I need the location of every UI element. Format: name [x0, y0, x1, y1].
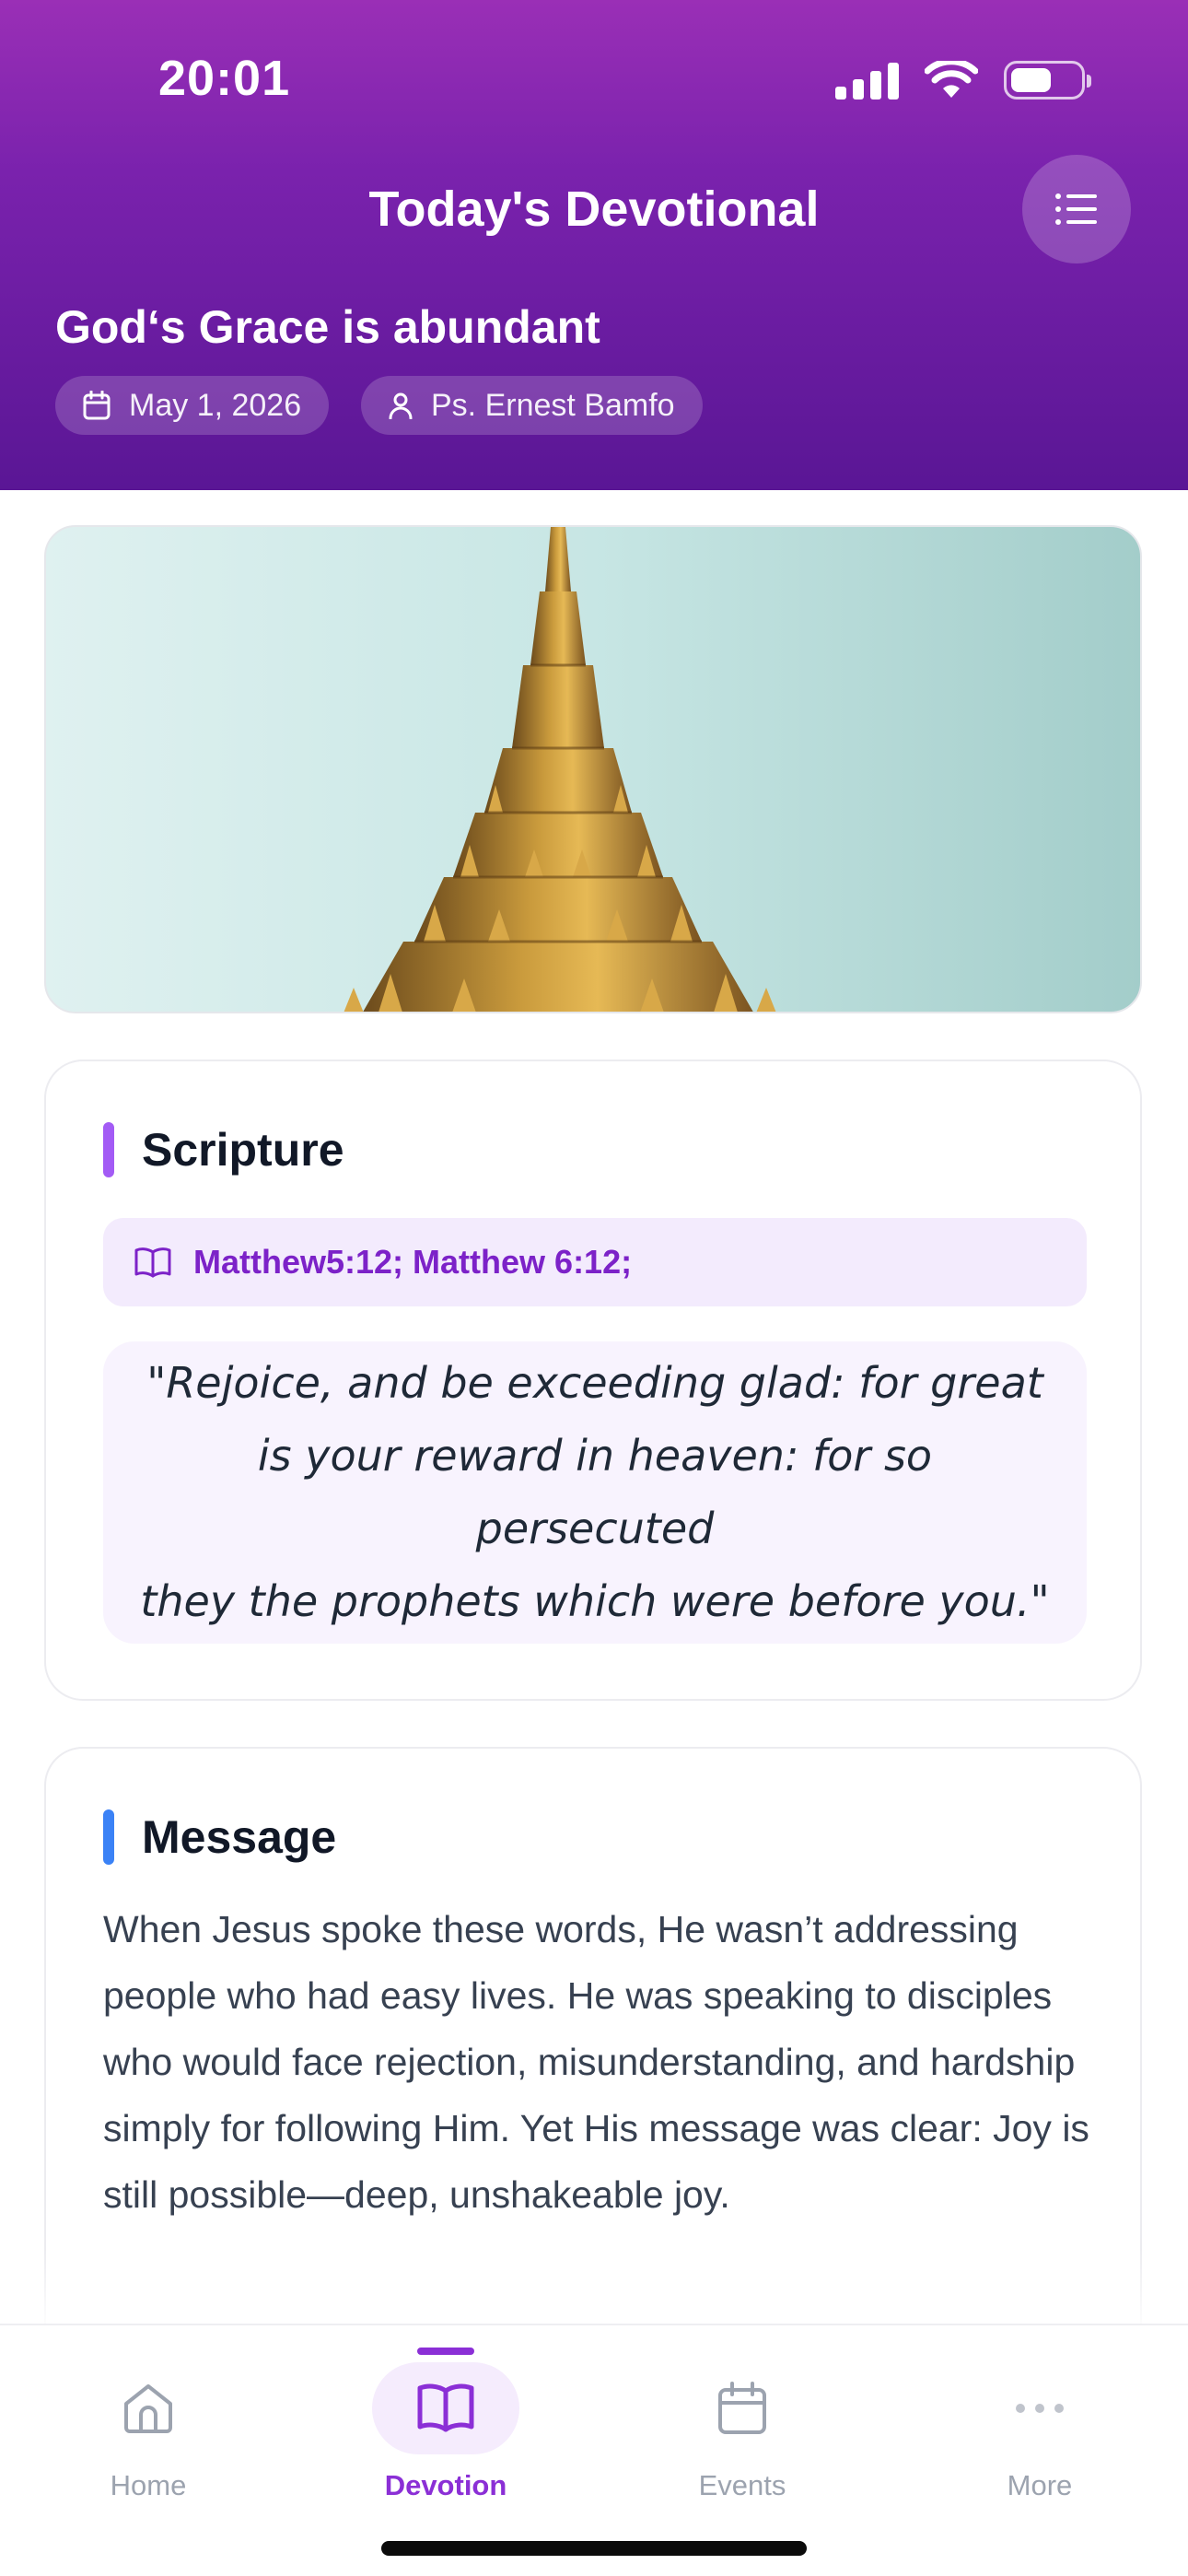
home-indicator [381, 2541, 807, 2556]
scripture-accent-bar [103, 1122, 114, 1177]
nav-home-label: Home [110, 2469, 187, 2501]
status-icons [835, 57, 1091, 103]
message-body: When Jesus spoke these words, He wasn’t … [103, 1908, 1089, 2216]
more-dots-icon [1016, 2404, 1064, 2413]
nav-devotion-label: Devotion [384, 2469, 507, 2501]
cellular-signal-icon [835, 61, 899, 100]
scripture-quote-text: "Rejoice, and be exceeding glad: for gre… [140, 1347, 1050, 1638]
page-title: Today's Devotional [368, 181, 820, 237]
quote-line: "Rejoice, and be exceeding glad: for gre… [146, 1358, 1043, 1408]
scripture-card: Scripture Matthew5:12; Matthew 6:12; "Re… [44, 1060, 1142, 1701]
devotion-title: God‘s Grace is abundant [55, 301, 600, 353]
nav-more[interactable]: More [957, 2362, 1123, 2502]
menu-button[interactable] [1022, 155, 1131, 263]
calendar-icon [718, 2382, 766, 2434]
scripture-quote: "Rejoice, and be exceeding glad: for gre… [103, 1341, 1087, 1644]
user-icon [389, 392, 413, 419]
wifi-icon [925, 61, 978, 98]
message-accent-bar [103, 1809, 114, 1865]
book-open-icon [134, 1247, 171, 1278]
scripture-heading: Scripture [103, 1122, 344, 1177]
devotion-author: Ps. Ernest Bamfo [431, 387, 675, 423]
bottom-navigation: Home Devotion Events More [0, 2324, 1188, 2576]
devotion-date: May 1, 2026 [129, 387, 302, 423]
author-chip: Ps. Ernest Bamfo [361, 376, 703, 435]
list-icon [1055, 193, 1097, 225]
scripture-heading-label: Scripture [142, 1124, 344, 1176]
active-tab-indicator [417, 2348, 474, 2355]
header: 20:01 Today's Devotional God‘s Grace is … [0, 0, 1188, 490]
message-heading-label: Message [142, 1811, 337, 1863]
status-time: 20:01 [158, 51, 291, 106]
nav-events-label: Events [698, 2469, 786, 2501]
quote-line: they the prophets which were before you.… [140, 1576, 1050, 1626]
home-icon [124, 2384, 172, 2433]
scripture-reference[interactable]: Matthew5:12; Matthew 6:12; [103, 1218, 1087, 1306]
nav-events[interactable]: Events [659, 2362, 825, 2502]
quote-line: is your reward in heaven: for so persecu… [257, 1431, 933, 1553]
nav-home[interactable]: Home [65, 2362, 231, 2502]
nav-more-label: More [1007, 2469, 1073, 2501]
battery-level [1011, 68, 1052, 92]
nav-devotion[interactable]: Devotion [363, 2362, 529, 2502]
calendar-icon [83, 391, 111, 420]
temple-spire-image [44, 525, 1142, 1013]
scroll-fade [0, 2248, 1188, 2331]
scripture-reference-text: Matthew5:12; Matthew 6:12; [193, 1243, 633, 1281]
date-chip: May 1, 2026 [55, 376, 330, 435]
battery-icon [1004, 61, 1091, 100]
message-heading: Message [103, 1809, 336, 1865]
book-open-icon [417, 2383, 474, 2432]
